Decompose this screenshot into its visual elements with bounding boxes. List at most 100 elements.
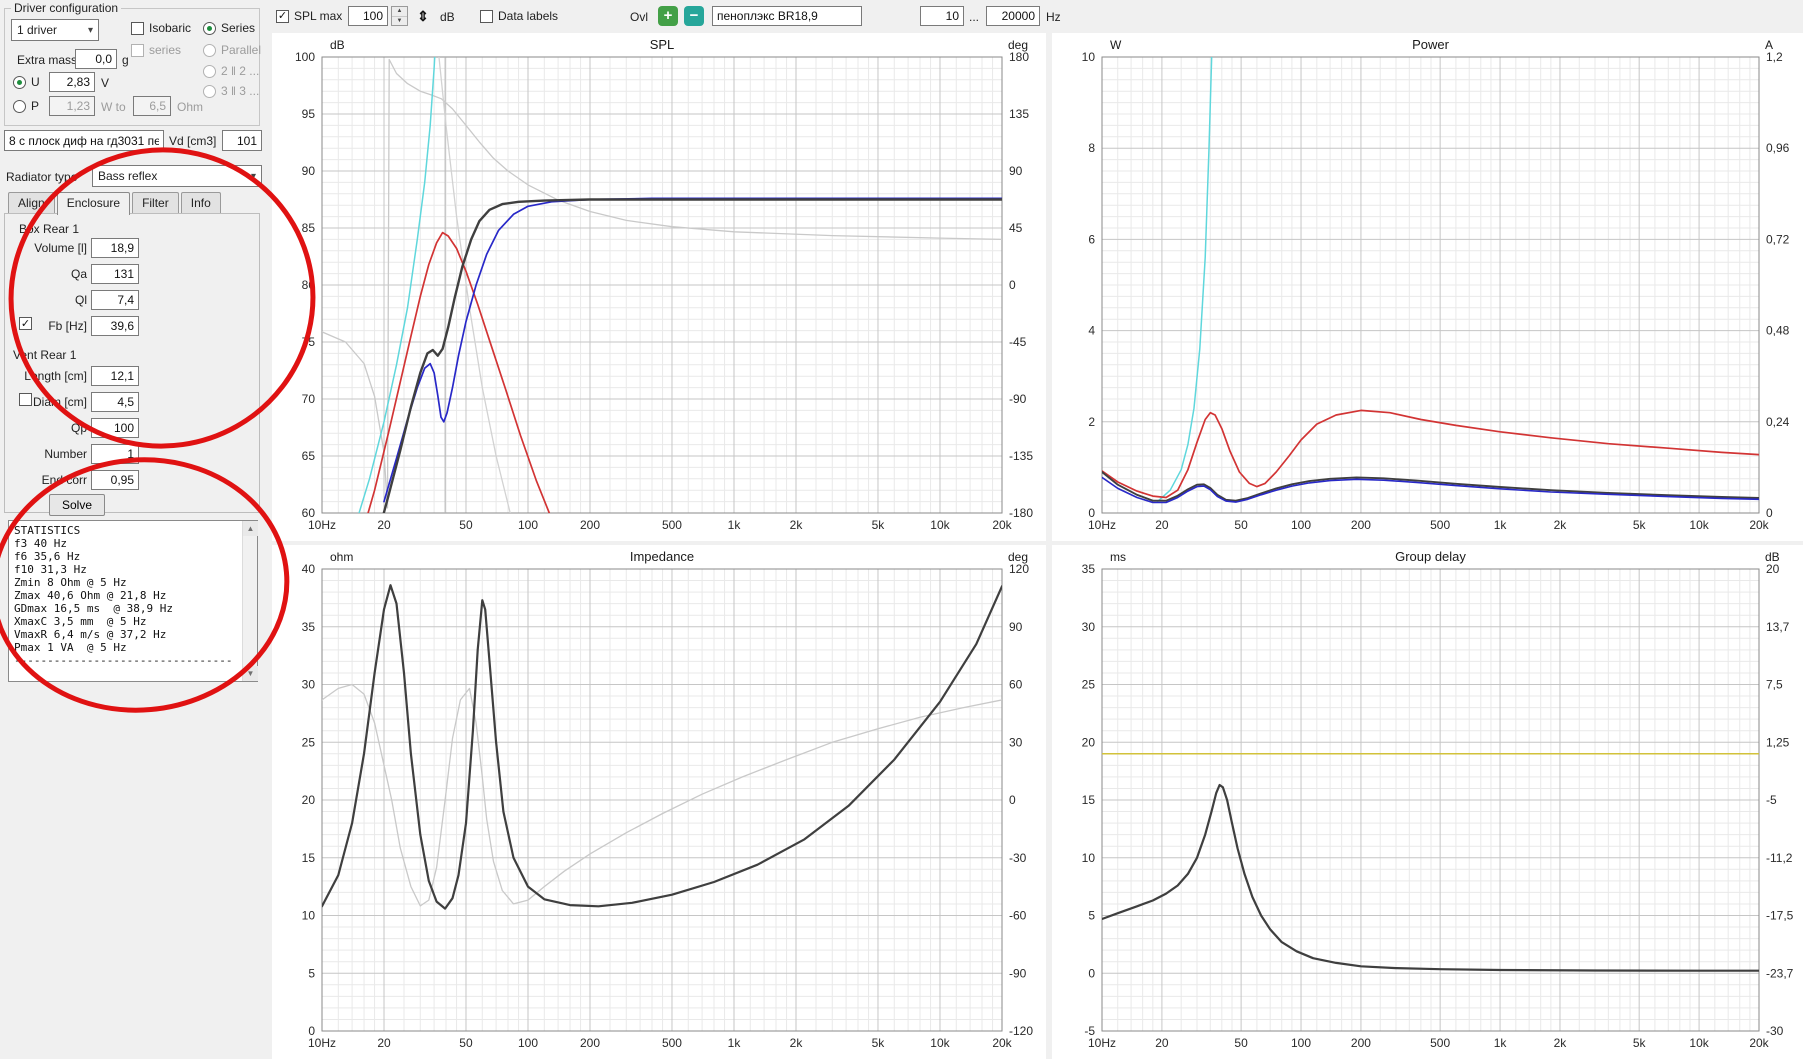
parallel-radio[interactable]: Parallel bbox=[203, 43, 261, 57]
svg-text:135: 135 bbox=[1009, 107, 1029, 121]
statistics-content: STATISTICS f3 40 Hz f6 35,6 Hz f10 31,3 Hz Z… bbox=[9, 521, 241, 681]
endcorr-input[interactable] bbox=[91, 470, 139, 490]
volume-input[interactable] bbox=[91, 238, 139, 258]
scroll-up-icon[interactable]: ▲ bbox=[243, 521, 258, 536]
remove-overlay-button[interactable]: − bbox=[684, 6, 704, 26]
power-ohm-input[interactable] bbox=[133, 96, 171, 116]
svg-text:500: 500 bbox=[1430, 518, 1450, 532]
svg-text:7,5: 7,5 bbox=[1766, 678, 1783, 692]
spl-chart-panel: 10Hz 20 50 100 200 500 1k 2k 5k 10k 20k 100 95 90 85 80… bbox=[272, 33, 1046, 541]
vd-label: Vd [cm3] bbox=[169, 134, 217, 148]
svg-text:5k: 5k bbox=[872, 1036, 886, 1050]
svg-text:2k: 2k bbox=[790, 518, 804, 532]
svg-text:-45: -45 bbox=[1009, 335, 1027, 349]
power-radio[interactable]: P bbox=[13, 99, 39, 113]
svg-text:5: 5 bbox=[1088, 909, 1095, 923]
svg-text:200: 200 bbox=[580, 518, 600, 532]
svg-text:10Hz: 10Hz bbox=[308, 518, 336, 532]
fb-input[interactable] bbox=[91, 316, 139, 336]
radio-icon bbox=[203, 84, 216, 98]
qa-input[interactable] bbox=[91, 264, 139, 284]
svg-text:-120: -120 bbox=[1009, 1024, 1033, 1038]
number-input[interactable] bbox=[91, 444, 139, 464]
endcorr-label: End corr bbox=[41, 473, 87, 487]
diam-input[interactable] bbox=[91, 392, 139, 412]
spl-max-checkbox[interactable]: SPL max bbox=[276, 9, 342, 23]
spin-up-icon[interactable]: ▲ bbox=[392, 7, 407, 17]
svg-text:120: 120 bbox=[1009, 562, 1029, 576]
svg-text:deg: deg bbox=[1008, 550, 1028, 564]
length-input[interactable] bbox=[91, 366, 139, 386]
chevron-down-icon: ▾ bbox=[250, 170, 256, 182]
svg-text:60: 60 bbox=[1009, 678, 1023, 692]
svg-text:10: 10 bbox=[1082, 50, 1096, 64]
radiator-type-label: Radiator type bbox=[6, 170, 78, 184]
power-ohm-unit: Ohm bbox=[177, 100, 204, 114]
data-labels-checkbox[interactable]: Data labels bbox=[480, 9, 558, 23]
voltage-input[interactable] bbox=[49, 72, 95, 92]
spin-down-icon[interactable]: ▼ bbox=[392, 17, 407, 26]
freq-from-input[interactable] bbox=[920, 6, 964, 26]
svg-text:30: 30 bbox=[302, 678, 316, 692]
ql-label: Ql bbox=[75, 293, 87, 307]
svg-text:100: 100 bbox=[1291, 518, 1311, 532]
series-impedance bbox=[322, 584, 1002, 910]
spl-max-input[interactable] bbox=[348, 6, 388, 26]
statistics-line: GDmax 16,5 ms @ 38,9 Hz bbox=[14, 602, 173, 615]
svg-text:25: 25 bbox=[302, 735, 316, 749]
svg-text:0: 0 bbox=[1009, 793, 1016, 807]
svg-text:100: 100 bbox=[1291, 1036, 1311, 1050]
overlay-name-input[interactable] bbox=[712, 6, 862, 26]
svg-text:10k: 10k bbox=[1689, 1036, 1709, 1050]
radiator-type-select[interactable]: Bass reflex ▾ bbox=[92, 165, 262, 187]
statistics-box[interactable]: STATISTICS f3 40 Hz f6 35,6 Hz f10 31,3 Hz Z… bbox=[8, 520, 258, 682]
series-checkbox[interactable]: series bbox=[131, 43, 181, 57]
svg-text:50: 50 bbox=[1234, 1036, 1248, 1050]
power-chart: 10Hz 20 50 100 200 500 1k 2k 5k 10k 20k10864201,20… bbox=[1082, 37, 1790, 532]
tab-filter[interactable]: Filter bbox=[132, 192, 179, 213]
tab-align[interactable]: Align bbox=[8, 192, 55, 213]
scroll-down-icon[interactable]: ▼ bbox=[243, 666, 258, 681]
svg-text:200: 200 bbox=[580, 1036, 600, 1050]
tab-enclosure[interactable]: Enclosure bbox=[56, 192, 131, 215]
svg-text:1k: 1k bbox=[1494, 518, 1508, 532]
driver-name-input[interactable] bbox=[4, 130, 164, 151]
qp-input[interactable] bbox=[91, 418, 139, 438]
svg-text:-90: -90 bbox=[1009, 392, 1027, 406]
series-radio[interactable]: Series bbox=[203, 21, 255, 35]
checkbox-icon bbox=[131, 43, 144, 57]
statistics-scrollbar[interactable]: ▲ ▼ bbox=[242, 521, 258, 681]
freq-to-input[interactable] bbox=[986, 6, 1040, 26]
db-label: dB bbox=[440, 10, 455, 24]
voltage-radio[interactable]: U bbox=[13, 75, 40, 89]
svg-text:500: 500 bbox=[662, 1036, 682, 1050]
ql-input[interactable] bbox=[91, 290, 139, 310]
svg-text:20: 20 bbox=[1155, 1036, 1169, 1050]
svg-text:-180: -180 bbox=[1009, 506, 1033, 520]
driver-count-select[interactable]: 1 driver ▾ bbox=[11, 19, 99, 41]
tab-info[interactable]: Info bbox=[180, 192, 221, 213]
spl-max-spinner[interactable]: ▲ ▼ bbox=[391, 6, 408, 26]
voltage-radio-label: U bbox=[31, 75, 40, 89]
chart-toolbar: SPL max ▲ ▼ ⇕ dB Data labels Ovl + − ...… bbox=[272, 0, 1152, 33]
isobaric-checkbox[interactable]: Isobaric bbox=[131, 21, 191, 35]
three-parallel-radio[interactable]: 3 ‖ 3 ... bbox=[203, 84, 259, 98]
two-parallel-radio[interactable]: 2 ‖ 2 ... bbox=[203, 64, 259, 78]
vd-input[interactable] bbox=[222, 130, 262, 151]
y-autoscale-button[interactable]: ⇕ bbox=[412, 6, 434, 26]
solve-button[interactable]: Solve bbox=[49, 494, 105, 516]
add-overlay-button[interactable]: + bbox=[658, 6, 678, 26]
impedance-chart-panel: 10Hz 20 50 100 200 500 1k 2k 5k 10k 20k 40 35 30 25 20 1… bbox=[272, 545, 1046, 1059]
svg-text:Group delay: Group delay bbox=[1395, 549, 1466, 564]
extra-mass-unit: g bbox=[122, 53, 129, 67]
power-input[interactable] bbox=[49, 96, 95, 116]
minus-icon: − bbox=[689, 7, 699, 24]
svg-text:85: 85 bbox=[302, 221, 316, 235]
svg-text:10k: 10k bbox=[1689, 518, 1709, 532]
svg-text:100: 100 bbox=[518, 1036, 538, 1050]
svg-text:10k: 10k bbox=[930, 1036, 950, 1050]
svg-text:0: 0 bbox=[308, 1024, 315, 1038]
extra-mass-input[interactable] bbox=[75, 49, 117, 69]
svg-text:50: 50 bbox=[459, 518, 473, 532]
svg-text:15: 15 bbox=[302, 851, 316, 865]
